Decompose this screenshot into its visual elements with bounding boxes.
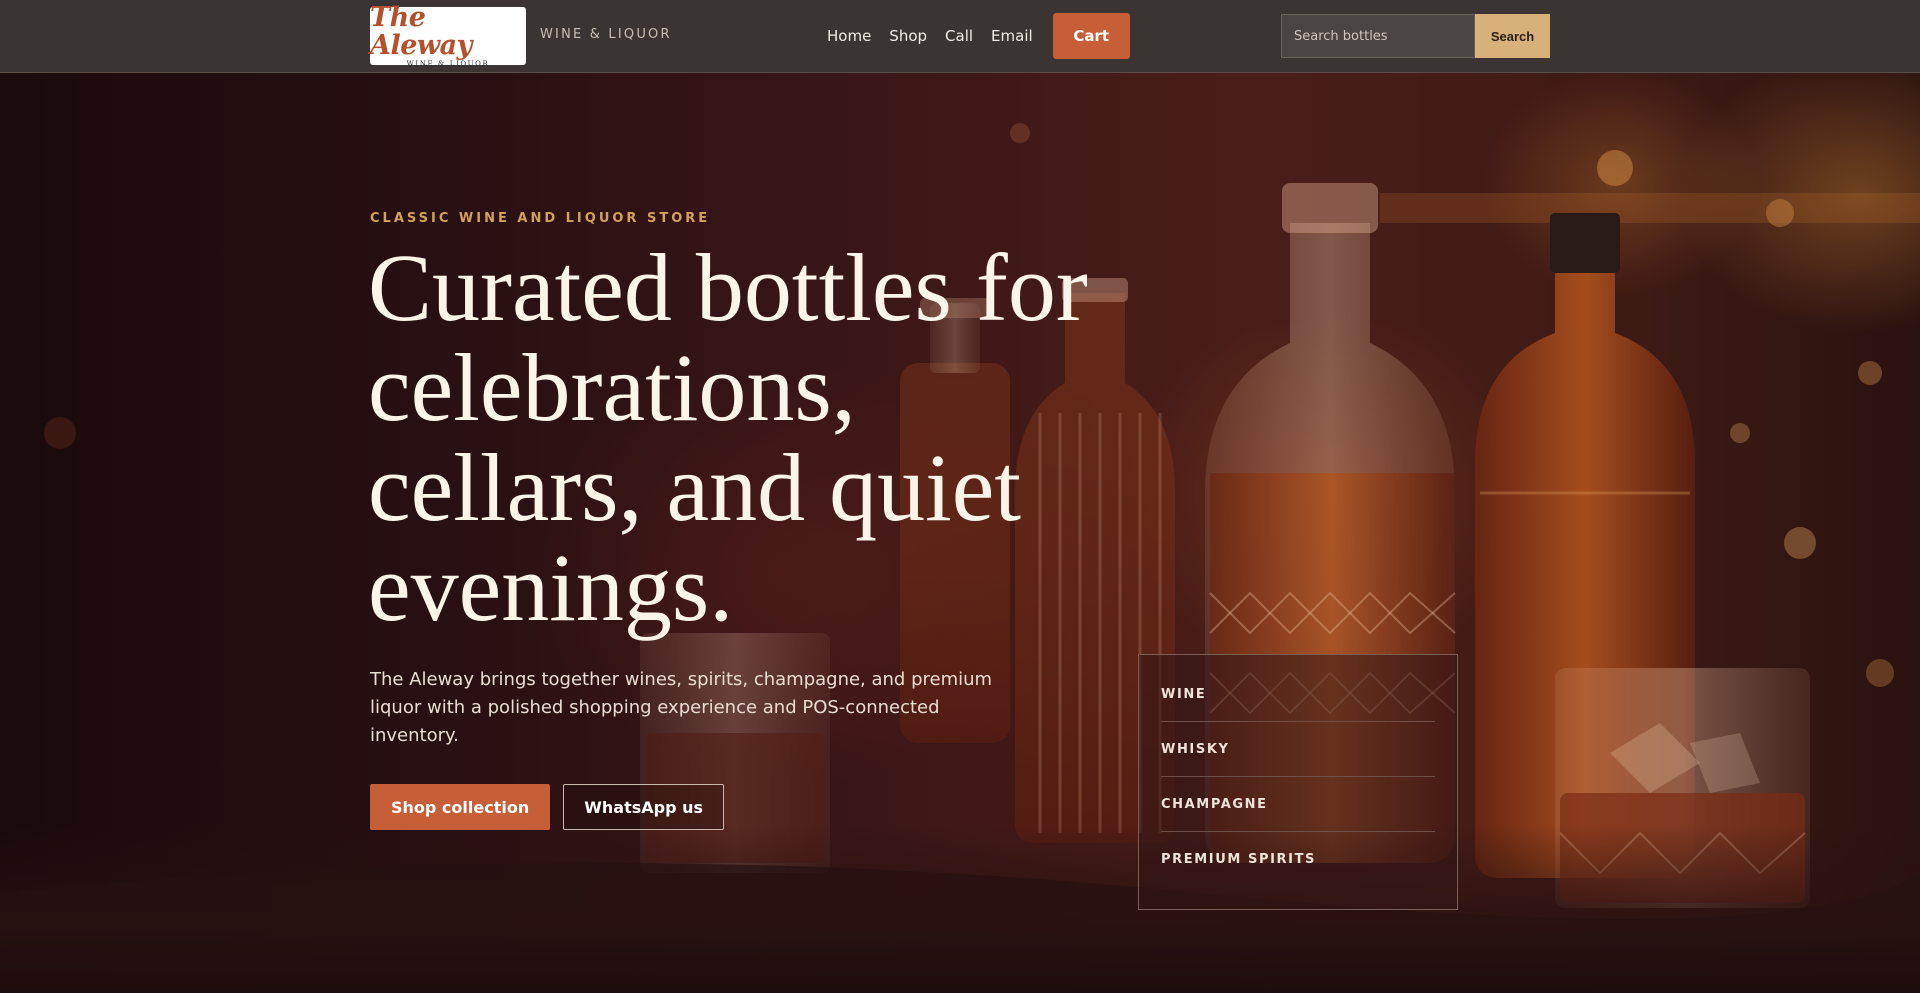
hero-actions: Shop collection WhatsApp us — [370, 784, 725, 830]
shop-collection-button[interactable]: Shop collection — [370, 784, 551, 830]
whatsapp-button[interactable]: WhatsApp us — [563, 784, 725, 830]
search-button[interactable]: Search — [1475, 14, 1550, 58]
hero-eyebrow: CLASSIC WINE AND LIQUOR STORE — [370, 211, 711, 226]
hero-headline: Curated bottles for celebrations, cellar… — [368, 234, 1088, 641]
site-header: The Aleway WINE & LIQUOR WINE & LIQUOR H… — [0, 0, 1920, 73]
category-premium-spirits[interactable]: PREMIUM SPIRITS — [1161, 832, 1435, 887]
hero-description: The Aleway brings together wines, spirit… — [370, 669, 993, 746]
bar-counter — [0, 823, 1920, 993]
header-tagline: WINE & LIQUOR — [540, 27, 672, 42]
main-nav: Home Shop Call Email Cart — [827, 13, 1130, 59]
category-champagne[interactable]: CHAMPAGNE — [1161, 777, 1435, 832]
logo-name: The Aleway — [370, 2, 472, 61]
nav-call[interactable]: Call — [945, 27, 973, 45]
cart-button[interactable]: Cart — [1052, 13, 1130, 59]
category-panel: WINE WHISKY CHAMPAGNE PREMIUM SPIRITS — [1138, 654, 1458, 910]
search-form: Search — [1281, 14, 1550, 58]
nav-email[interactable]: Email — [991, 27, 1033, 45]
search-input[interactable] — [1281, 14, 1475, 58]
logo-sub: WINE & LIQUOR — [406, 60, 490, 68]
logo[interactable]: The Aleway WINE & LIQUOR — [370, 2, 526, 68]
category-whisky[interactable]: WHISKY — [1161, 722, 1435, 777]
category-wine[interactable]: WINE — [1161, 667, 1435, 722]
nav-home[interactable]: Home — [827, 27, 871, 45]
nav-shop[interactable]: Shop — [889, 27, 927, 45]
